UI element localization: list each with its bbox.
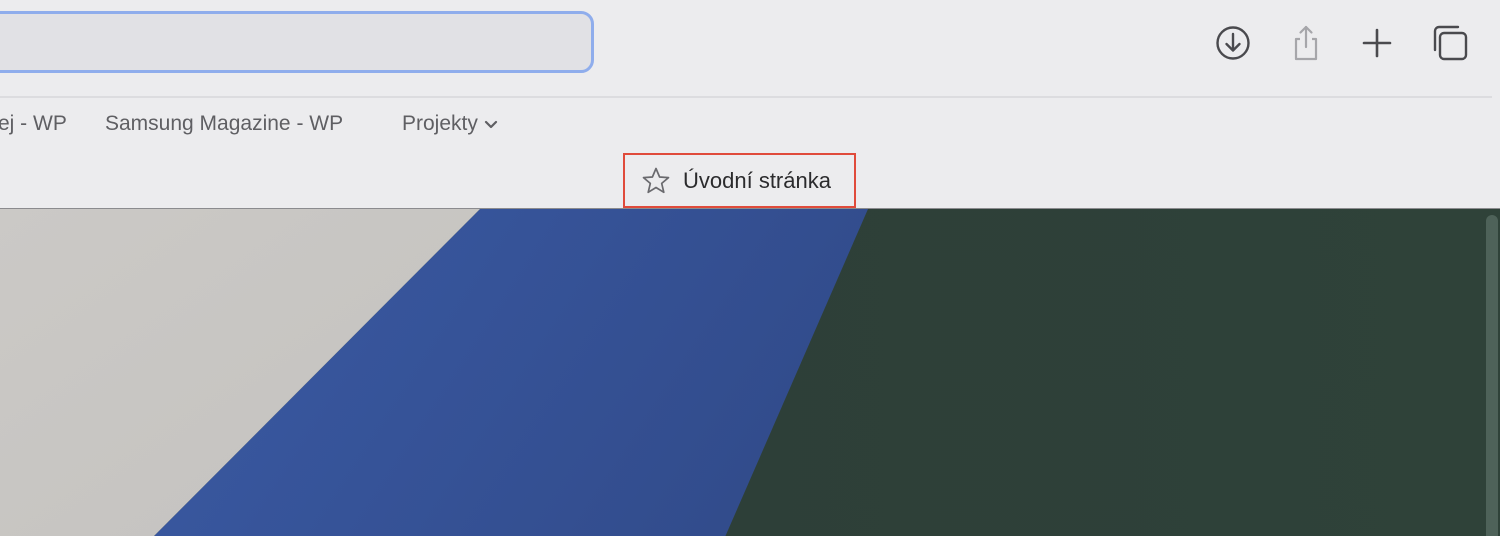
download-icon: [1216, 26, 1250, 60]
favorite-folder-label: Projekty: [402, 112, 478, 135]
favorites-bar: ej - WP Samsung Magazine - WP Projekty: [0, 98, 1500, 150]
favorite-folder-projekty[interactable]: Projekty: [402, 112, 498, 136]
chevron-down-icon: [484, 112, 498, 136]
new-tab-button[interactable]: [1358, 24, 1396, 62]
page-content: [0, 208, 1500, 536]
tab-start-page[interactable]: Úvodní stránka: [623, 153, 856, 208]
share-icon: [1294, 25, 1318, 61]
tabs-overview-icon: [1433, 25, 1468, 61]
browser-window: ej - WP Samsung Magazine - WP Projekty Ú…: [0, 0, 1500, 536]
tab-bar: Úvodní stránka: [0, 150, 1500, 208]
address-bar[interactable]: [0, 11, 594, 73]
star-icon: [642, 167, 670, 193]
toolbar: [0, 0, 1500, 96]
tab-label: Úvodní stránka: [683, 167, 831, 193]
share-button[interactable]: [1287, 24, 1325, 62]
favorite-item[interactable]: Samsung Magazine - WP: [105, 112, 343, 136]
tabs-overview-button[interactable]: [1431, 24, 1469, 62]
scrollbar[interactable]: [1486, 215, 1498, 536]
wallpaper-image: [0, 209, 1500, 536]
plus-icon: [1362, 28, 1392, 58]
download-button[interactable]: [1214, 24, 1252, 62]
favorite-item[interactable]: ej - WP: [0, 112, 67, 136]
